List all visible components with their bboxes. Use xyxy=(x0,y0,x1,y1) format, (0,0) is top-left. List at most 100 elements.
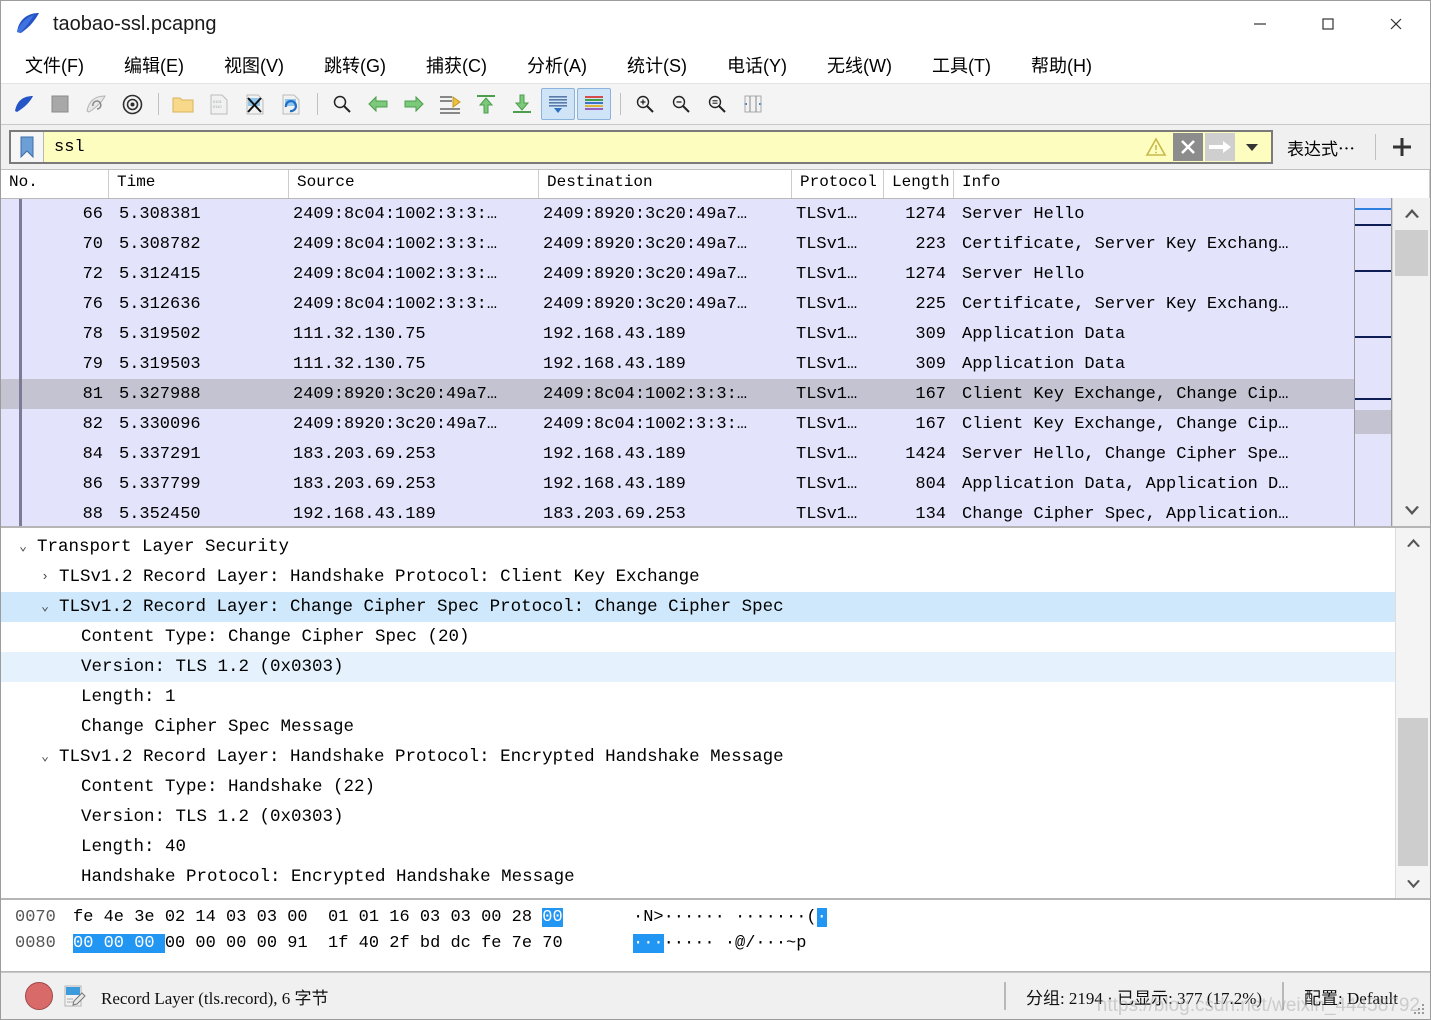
chevron-down-icon[interactable] xyxy=(1237,133,1267,161)
open-file-icon[interactable] xyxy=(166,88,200,120)
detail-tree-item[interactable]: Length: 40 xyxy=(1,832,1430,862)
go-back-icon[interactable] xyxy=(361,88,395,120)
menu-view[interactable]: 视图(V) xyxy=(212,49,296,81)
detail-tree-item[interactable]: Content Type: Handshake (22) xyxy=(1,772,1430,802)
zoom-in-icon[interactable] xyxy=(628,88,662,120)
clear-filter-icon[interactable] xyxy=(1173,133,1203,161)
menu-telephony[interactable]: 电话(Y) xyxy=(715,49,799,81)
column-header-time[interactable]: Time xyxy=(109,170,289,198)
detail-tree-item[interactable]: ⌄ TLSv1.2 Record Layer: Change Cipher Spe… xyxy=(1,592,1430,622)
detail-tree-item[interactable]: ⌄ TLSv1.2 Record Layer: Handshake Protoco… xyxy=(1,742,1430,772)
resize-columns-icon[interactable] xyxy=(736,88,770,120)
minimize-button[interactable] xyxy=(1226,1,1294,47)
bookmark-icon[interactable] xyxy=(11,132,44,162)
collapsed-twisty-icon[interactable]: › xyxy=(33,562,57,592)
filter-expression-button[interactable]: 表达式⋯ xyxy=(1273,135,1369,160)
cell-destination: 2409:8c04:1002:3:3:… xyxy=(543,414,748,434)
packet-list-rows[interactable]: 66 5.308381 2409:8c04:1002:3:3:… 2409:8920:… xyxy=(1,199,1430,526)
packet-row[interactable]: 79 5.319503 111.32.130.75 192.168.43.189 TLS… xyxy=(1,349,1430,379)
detail-scroll-thumb[interactable] xyxy=(1398,718,1428,866)
go-to-packet-icon[interactable] xyxy=(433,88,467,120)
scroll-down-icon[interactable] xyxy=(1393,496,1430,526)
expanded-twisty-icon[interactable]: ⌄ xyxy=(11,532,35,562)
packet-list-minimap[interactable] xyxy=(1354,198,1392,526)
menu-analyze[interactable]: 分析(A) xyxy=(515,49,599,81)
detail-tree-item[interactable]: Content Type: Change Cipher Spec (20) xyxy=(1,622,1430,652)
go-last-packet-icon[interactable] xyxy=(505,88,539,120)
go-forward-icon[interactable] xyxy=(397,88,431,120)
restart-capture-icon[interactable] xyxy=(79,88,113,120)
expanded-twisty-icon[interactable]: ⌄ xyxy=(33,592,57,622)
close-button[interactable] xyxy=(1362,1,1430,47)
display-filter-input[interactable] xyxy=(44,132,1141,162)
packet-row[interactable]: 86 5.337799 183.203.69.253 192.168.43.189 TL… xyxy=(1,469,1430,499)
packet-row[interactable]: 78 5.319502 111.32.130.75 192.168.43.189 TLS… xyxy=(1,319,1430,349)
packet-detail-tree[interactable]: ⌄ Transport Layer Security › TLSv1.2 Record… xyxy=(1,528,1430,892)
detail-tree-item[interactable]: Change Cipher Spec Message xyxy=(1,712,1430,742)
column-header-info[interactable]: Info xyxy=(954,170,1430,198)
menu-tools[interactable]: 工具(T) xyxy=(920,49,1003,81)
packet-row[interactable]: 76 5.312636 2409:8c04:1002:3:3:… 2409:8920:… xyxy=(1,289,1430,319)
detail-tree-item[interactable]: Version: TLS 1.2 (0x0303) xyxy=(1,802,1430,832)
column-header-source[interactable]: Source xyxy=(289,170,539,198)
close-file-icon[interactable] xyxy=(238,88,272,120)
stop-capture-icon[interactable] xyxy=(43,88,77,120)
packet-row[interactable]: 81 5.327988 2409:8920:3c20:49a7… 2409:8c04:… xyxy=(1,379,1430,409)
menu-wireless[interactable]: 无线(W) xyxy=(815,49,904,81)
auto-scroll-icon[interactable] xyxy=(541,88,575,120)
display-filter-box[interactable] xyxy=(9,130,1273,164)
apply-filter-icon[interactable] xyxy=(1205,133,1235,161)
zoom-reset-icon[interactable] xyxy=(700,88,734,120)
status-profile[interactable]: 配置: Default xyxy=(1290,984,1412,1009)
menu-edit[interactable]: 编辑(E) xyxy=(112,49,196,81)
cell-source: 111.32.130.75 xyxy=(293,324,426,344)
packet-list-scroll-thumb[interactable] xyxy=(1395,230,1428,276)
cell-protocol: TLSv1… xyxy=(796,234,858,254)
packet-row[interactable]: 72 5.312415 2409:8c04:1002:3:3:… 2409:8920:… xyxy=(1,259,1430,289)
packet-row[interactable]: 88 5.352450 192.168.43.189 183.203.69.253 TL… xyxy=(1,499,1430,526)
go-first-packet-icon[interactable] xyxy=(469,88,503,120)
menu-file[interactable]: 文件(F) xyxy=(13,49,96,81)
hex-dump-row[interactable]: 0080 00 00 00 00 00 00 00 91 1f 40 2f bd … xyxy=(1,931,1430,957)
column-header-protocol[interactable]: Protocol xyxy=(792,170,884,198)
packet-details-scrollbar[interactable] xyxy=(1395,528,1430,898)
packet-row[interactable]: 84 5.337291 183.203.69.253 192.168.43.189 TL… xyxy=(1,439,1430,469)
detail-scroll-up-icon[interactable] xyxy=(1396,528,1430,556)
start-capture-icon[interactable] xyxy=(7,88,41,120)
detail-scroll-down-icon[interactable] xyxy=(1396,870,1430,898)
plus-icon[interactable] xyxy=(1382,135,1422,159)
menu-go[interactable]: 跳转(G) xyxy=(312,49,398,81)
packet-row[interactable]: 66 5.308381 2409:8c04:1002:3:3:… 2409:8920:… xyxy=(1,199,1430,229)
detail-tree-item[interactable]: ⌄ Transport Layer Security xyxy=(1,532,1430,562)
packet-row[interactable]: 70 5.308782 2409:8c04:1002:3:3:… 2409:8920:… xyxy=(1,229,1430,259)
menu-capture[interactable]: 捕获(C) xyxy=(414,49,499,81)
detail-tree-item[interactable]: Version: TLS 1.2 (0x0303) xyxy=(1,652,1430,682)
expert-info-icon[interactable] xyxy=(25,982,53,1010)
capture-options-icon[interactable] xyxy=(115,88,149,120)
packet-list-scrollbar[interactable] xyxy=(1392,198,1430,526)
packet-details-pane[interactable]: ⌄ Transport Layer Security › TLSv1.2 Record… xyxy=(1,528,1430,900)
zoom-out-icon[interactable] xyxy=(664,88,698,120)
save-file-icon[interactable]: 0101 0110 xyxy=(202,88,236,120)
detail-tree-item[interactable]: Length: 1 xyxy=(1,682,1430,712)
cell-source: 2409:8920:3c20:49a7… xyxy=(293,414,498,434)
resize-grip[interactable] xyxy=(1414,1004,1426,1016)
menu-statistics[interactable]: 统计(S) xyxy=(615,49,699,81)
colorize-icon[interactable] xyxy=(577,88,611,120)
scroll-up-icon[interactable] xyxy=(1393,198,1430,228)
expanded-twisty-icon[interactable]: ⌄ xyxy=(33,742,57,772)
capture-file-properties-icon[interactable]: 0101 0110 xyxy=(63,984,87,1008)
column-header-length[interactable]: Length xyxy=(884,170,954,198)
packet-bytes-pane[interactable]: 0070 fe 4e 3e 02 14 03 03 00 01 01 16 03 … xyxy=(1,900,1430,972)
detail-tree-item[interactable]: Handshake Protocol: Encrypted Handshake … xyxy=(1,862,1430,892)
maximize-button[interactable] xyxy=(1294,1,1362,47)
packet-list-pane[interactable]: No. Time Source Destination Protocol Len… xyxy=(1,170,1430,528)
column-header-destination[interactable]: Destination xyxy=(539,170,792,198)
packet-row[interactable]: 82 5.330096 2409:8920:3c20:49a7… 2409:8c04:… xyxy=(1,409,1430,439)
detail-tree-item[interactable]: › TLSv1.2 Record Layer: Handshake Protoco… xyxy=(1,562,1430,592)
menu-help[interactable]: 帮助(H) xyxy=(1019,49,1104,81)
column-header-no[interactable]: No. xyxy=(1,170,109,198)
find-packet-icon[interactable] xyxy=(325,88,359,120)
reload-file-icon[interactable] xyxy=(274,88,308,120)
hex-dump-row[interactable]: 0070 fe 4e 3e 02 14 03 03 00 01 01 16 03 … xyxy=(1,905,1430,931)
